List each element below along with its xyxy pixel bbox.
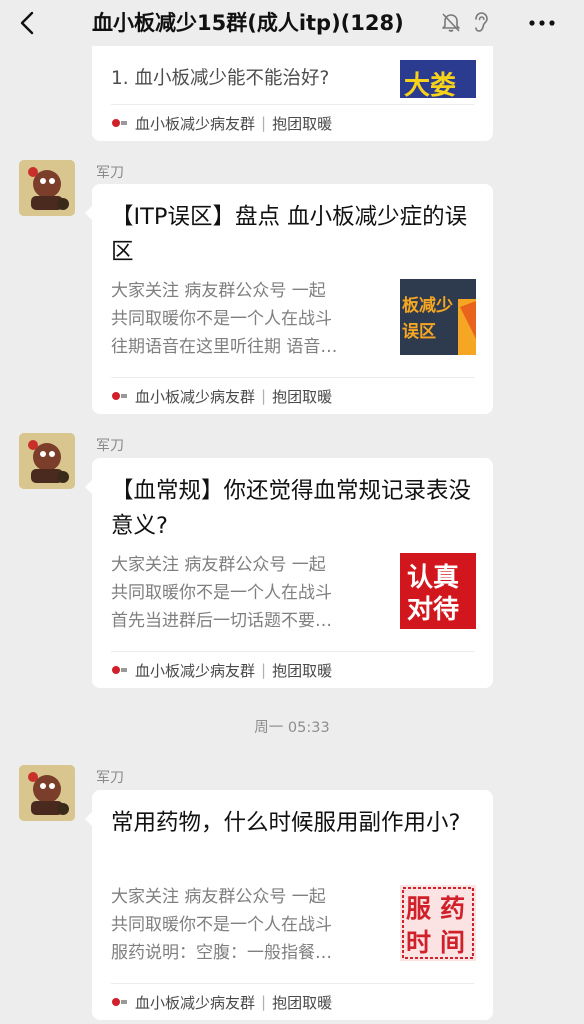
article-thumbnail: 服 药 时 间 [400,885,476,961]
card-divider [111,651,474,652]
chat-header: 血小板减少15群(成人itp)(128) [0,0,584,46]
sender-name: 军刀 [96,438,124,454]
more-options-icon[interactable] [526,10,558,36]
source-logo-icon [112,666,127,674]
article-desc-line: 共同取暖你不是一个人在战斗 [111,915,332,935]
article-desc-line: 大家关注 病友群公众号 一起 [111,281,326,301]
card-divider [111,104,474,105]
article-title: 【ITP误区】盘点 血小板减少症的误区 [111,204,468,265]
article-source: 血小板减少病友群 | 抱团取暖 [111,991,332,1013]
article-source: 血小板减少病友群 | 抱团取暖 [111,659,332,681]
source-separator: | [261,387,267,405]
source-tag: 抱团取暖 [272,661,333,680]
chat-title: 血小板减少15群(成人itp)(128) [92,11,404,35]
sender-avatar[interactable] [19,160,75,216]
source-name: 血小板减少病友群 [135,993,256,1012]
source-logo-icon [112,392,127,400]
article-desc-line: 共同取暖你不是一个人在战斗 [111,309,332,329]
source-tag: 抱团取暖 [272,114,333,133]
thumbnail-text: 对待 [407,595,459,625]
sender-avatar[interactable] [19,765,75,821]
article-source: 血小板减少病友群 | 抱团取暖 [111,385,332,407]
article-card[interactable]: 【血常规】你还觉得血常规记录表没意义? 大家关注 病友群公众号 一起 共同取暖你… [85,458,493,688]
article-source: 血小板减少病友群 | 抱团取暖 [111,112,332,134]
earpiece-icon [475,12,488,32]
sender-name: 军刀 [96,165,124,181]
article-thumbnail: 大娄 [400,46,476,98]
article-card-line: 1. 血小板减少能不能治好? [111,68,330,89]
card-divider [111,983,474,984]
thumbnail-text: 板减少 [402,295,453,316]
source-logo-icon [112,119,127,127]
source-separator: | [261,114,267,132]
sender-name: 军刀 [96,770,124,786]
svg-text:大娄: 大娄 [404,71,456,98]
article-thumbnail: 板减少 误区 [400,279,476,355]
source-separator: | [261,661,267,679]
article-desc-line: 首先当进群后一切话题不要… [111,611,332,631]
source-name: 血小板减少病友群 [135,661,256,680]
thumbnail-text: 时 [406,928,431,957]
article-title: 常用药物，什么时候服用副作用小? [111,810,461,836]
article-desc-line: 服药说明：空腹：一般指餐… [111,943,332,963]
source-name: 血小板减少病友群 [135,387,256,406]
source-separator: | [261,993,267,1011]
article-thumbnail: 认真 对待 [400,553,476,629]
article-desc-line: 大家关注 病友群公众号 一起 [111,555,326,575]
article-card[interactable]: 常用药物，什么时候服用副作用小? 大家关注 病友群公众号 一起 共同取暖你不是一… [85,790,493,1020]
article-desc-line: 大家关注 病友群公众号 一起 [111,887,326,907]
article-card[interactable]: 【ITP误区】盘点 血小板减少症的误区 大家关注 病友群公众号 一起 共同取暖你… [85,184,493,414]
thumbnail-text: 认真 [407,563,459,593]
thumbnail-text: 服 [406,894,432,923]
sender-avatar[interactable] [19,433,75,489]
source-logo-icon [112,998,127,1006]
mute-bell-icon [442,13,460,32]
article-desc-line: 往期语音在这里听往期 语音… [111,337,338,357]
back-arrow-icon[interactable] [14,9,42,37]
card-divider [111,377,474,378]
source-tag: 抱团取暖 [272,387,333,406]
thumbnail-text: 药 [440,894,465,923]
article-title: 【血常规】你还觉得血常规记录表没意义? [111,478,472,539]
thumbnail-text: 间 [440,928,465,957]
source-name: 血小板减少病友群 [135,114,256,133]
article-desc-line: 共同取暖你不是一个人在战斗 [111,583,332,603]
thumbnail-text: 误区 [402,322,436,342]
chat-timestamp: 周一 05:33 [254,720,330,736]
source-tag: 抱团取暖 [272,993,333,1012]
